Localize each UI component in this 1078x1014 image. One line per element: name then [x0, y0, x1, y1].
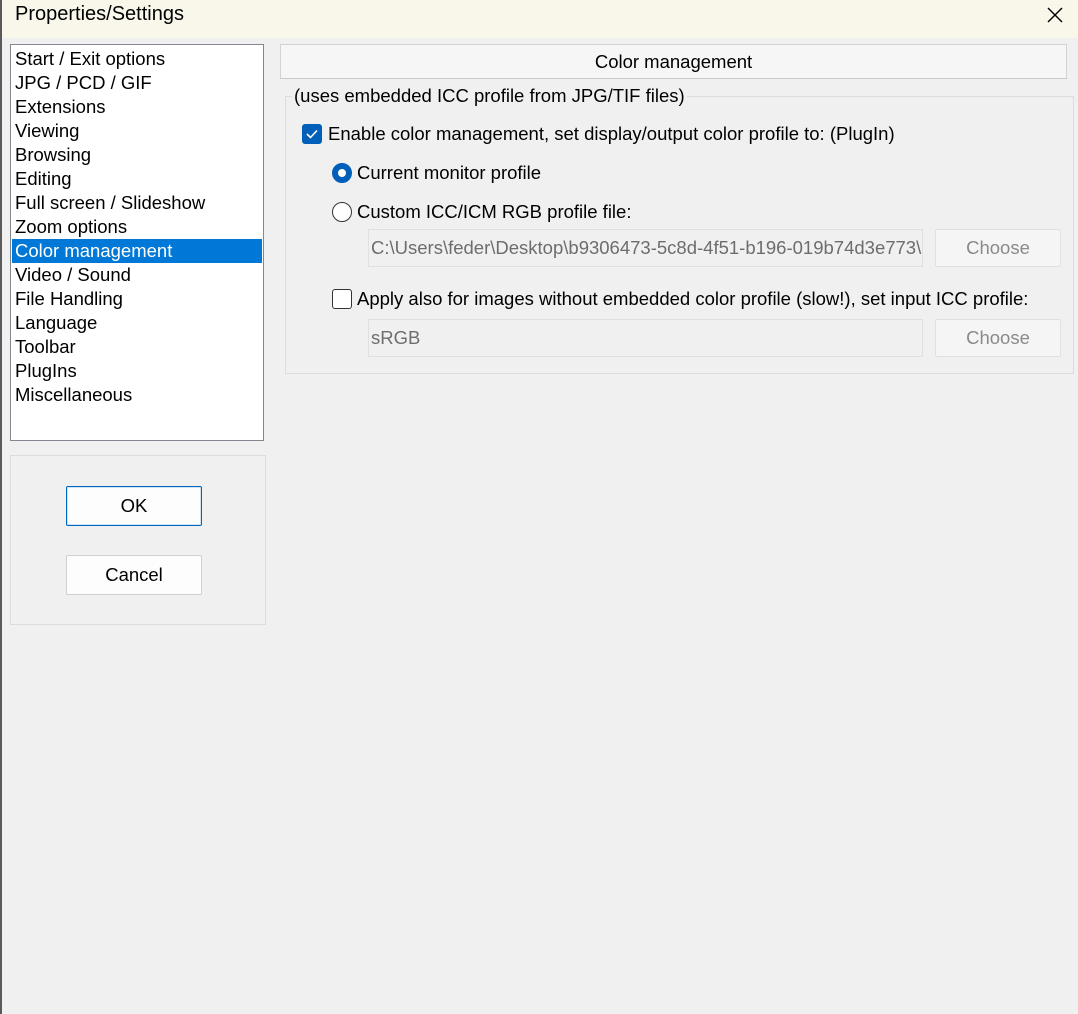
input-icc-profile-field[interactable]: sRGB: [368, 319, 923, 357]
custom-icc-profile-label[interactable]: Custom ICC/ICM RGB profile file:: [357, 200, 631, 224]
category-item-plugins[interactable]: PlugIns: [12, 359, 262, 383]
custom-icc-choose-button[interactable]: Choose: [935, 229, 1061, 267]
apply-also-checkbox[interactable]: [332, 289, 352, 309]
close-icon: [1047, 7, 1063, 23]
category-item-language[interactable]: Language: [12, 311, 262, 335]
title-bar: Properties/Settings: [2, 0, 1078, 38]
ok-button[interactable]: OK: [66, 486, 202, 526]
enable-color-management-label[interactable]: Enable color management, set display/out…: [328, 122, 895, 146]
category-item-browsing[interactable]: Browsing: [12, 143, 262, 167]
category-item-jpg-pcd-gif[interactable]: JPG / PCD / GIF: [12, 71, 262, 95]
category-item-zoom-options[interactable]: Zoom options: [12, 215, 262, 239]
custom-icc-path-field[interactable]: C:\Users\feder\Desktop\b9306473-5c8d-4f5…: [368, 229, 923, 267]
category-item-fullscreen-slideshow[interactable]: Full screen / Slideshow: [12, 191, 262, 215]
window-title: Properties/Settings: [15, 3, 184, 25]
dialog-buttons-group: OK Cancel: [10, 455, 266, 625]
groupbox-legend: (uses embedded ICC profile from JPG/TIF …: [292, 84, 687, 108]
custom-icc-profile-radio[interactable]: [332, 202, 352, 222]
category-item-extensions[interactable]: Extensions: [12, 95, 262, 119]
input-icc-choose-button[interactable]: Choose: [935, 319, 1061, 357]
category-item-miscellaneous[interactable]: Miscellaneous: [12, 383, 262, 407]
category-item-file-handling[interactable]: File Handling: [12, 287, 262, 311]
enable-color-management-checkbox[interactable]: [302, 124, 322, 144]
category-item-color-management[interactable]: Color management: [12, 239, 262, 263]
apply-also-label[interactable]: Apply also for images without embedded c…: [357, 287, 1028, 311]
panel-header: Color management: [280, 44, 1067, 79]
cancel-button[interactable]: Cancel: [66, 555, 202, 595]
current-monitor-profile-label[interactable]: Current monitor profile: [357, 161, 541, 185]
current-monitor-profile-radio[interactable]: [332, 163, 352, 183]
category-item-viewing[interactable]: Viewing: [12, 119, 262, 143]
category-item-editing[interactable]: Editing: [12, 167, 262, 191]
category-list[interactable]: Start / Exit options JPG / PCD / GIF Ext…: [10, 44, 264, 441]
close-button[interactable]: [1032, 0, 1078, 30]
category-item-video-sound[interactable]: Video / Sound: [12, 263, 262, 287]
category-item-toolbar[interactable]: Toolbar: [12, 335, 262, 359]
window-left-border: [0, 0, 2, 1014]
settings-window: Properties/Settings Start / Exit options…: [0, 0, 1078, 1014]
category-item-start-exit[interactable]: Start / Exit options: [12, 47, 262, 71]
